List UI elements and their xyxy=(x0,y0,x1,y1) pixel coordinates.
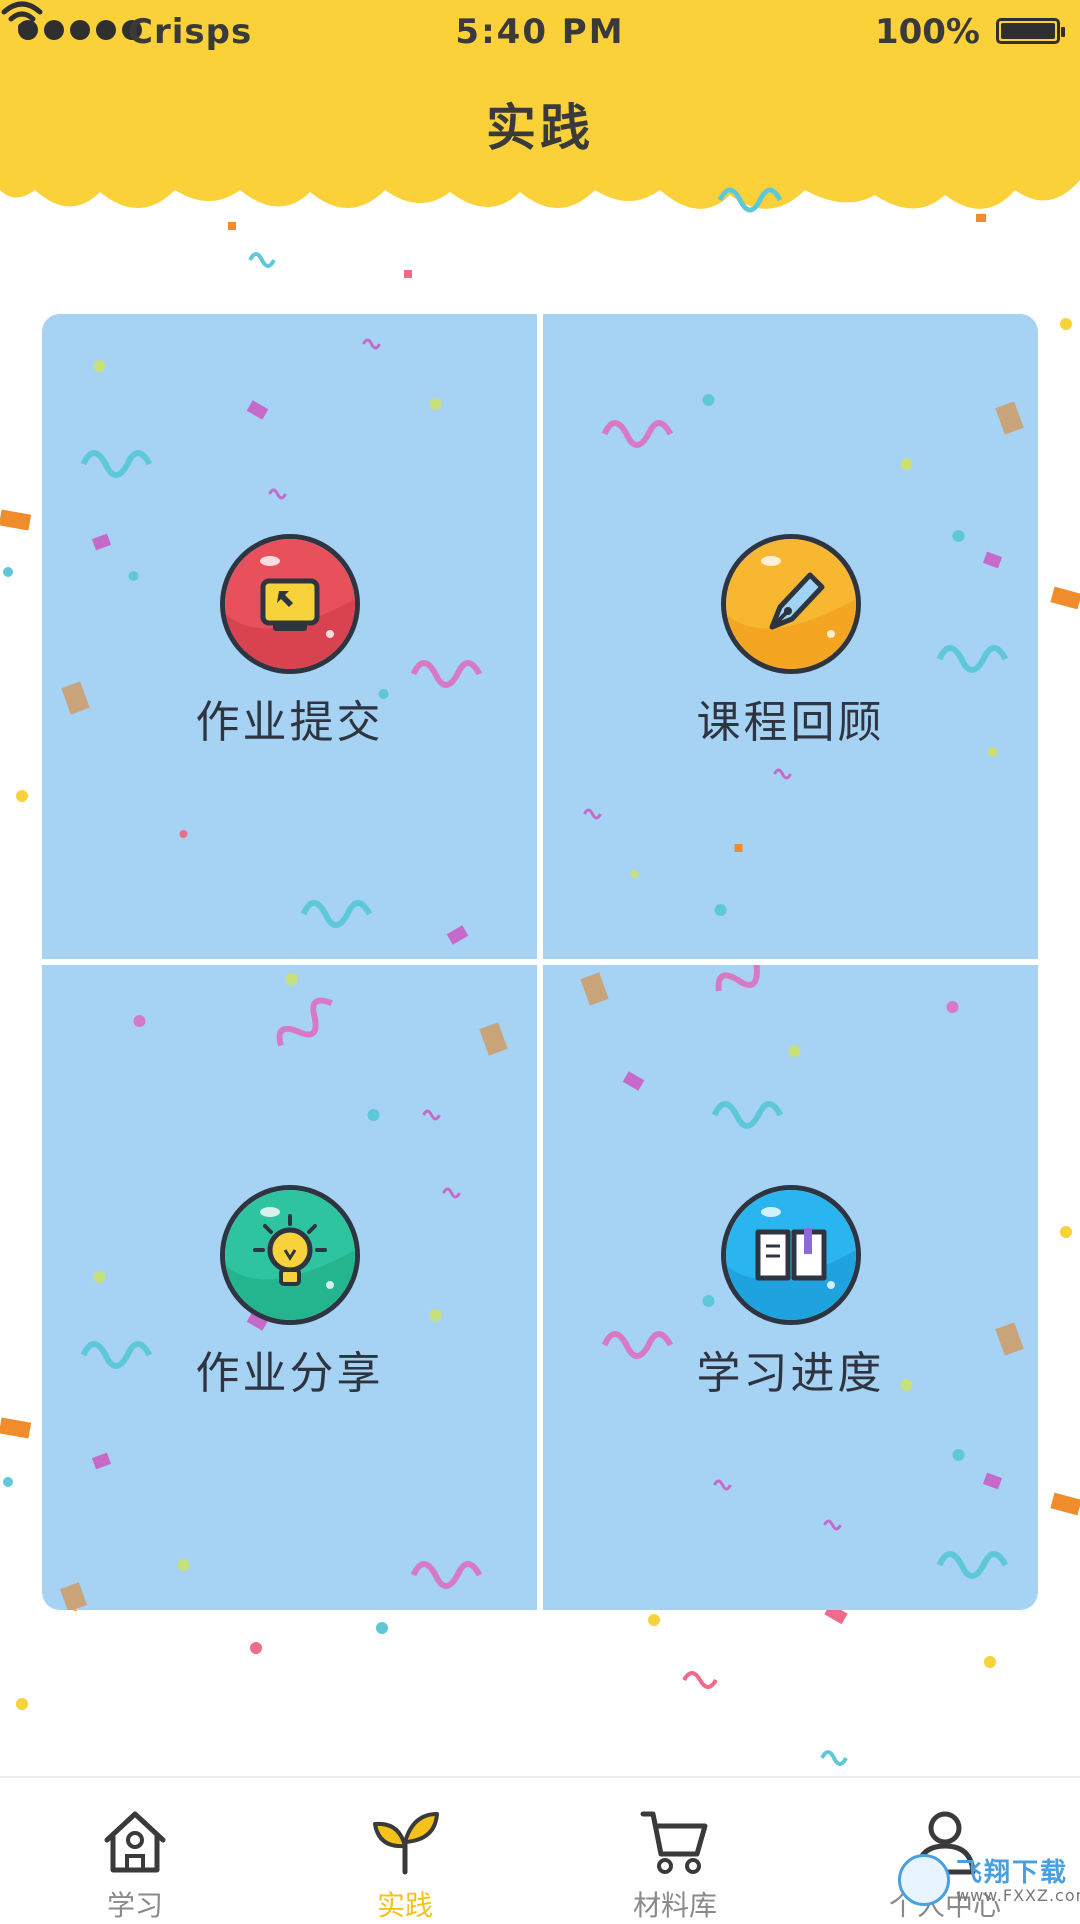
tile-label: 学习进度 xyxy=(696,1348,885,1399)
tab-study[interactable]: 学习 xyxy=(0,1778,270,1922)
tile-learning-progress[interactable]: 学习进度 xyxy=(543,965,1038,1610)
tab-label: 学习 xyxy=(106,1889,163,1922)
tab-materials[interactable]: 材料库 xyxy=(540,1778,810,1922)
tile-label: 作业分享 xyxy=(195,1348,384,1399)
battery-percent: 100% xyxy=(874,12,980,52)
page-title: 实践 xyxy=(486,99,594,157)
header: Crisps 5:40 PM 100% 实践 xyxy=(0,0,1080,230)
sprout-icon xyxy=(373,1812,439,1875)
cart-icon xyxy=(640,1811,708,1874)
watermark-url: www.FXXZ.com xyxy=(956,1886,1080,1905)
monitor-cursor-icon xyxy=(219,534,360,674)
tab-practice[interactable]: 实践 xyxy=(270,1778,540,1922)
watermark-text: 飞翔下载 xyxy=(956,1858,1069,1888)
house-icon xyxy=(104,1811,166,1873)
lightbulb-icon xyxy=(219,1185,360,1325)
tile-homework-share[interactable]: 作业分享 xyxy=(42,965,537,1610)
pen-nib-icon xyxy=(720,534,861,674)
tab-label: 材料库 xyxy=(632,1889,717,1922)
watermark-logo-icon xyxy=(898,1854,950,1906)
practice-grid: 作业提交 课程回顾 作业分享 学习进度 xyxy=(42,314,1038,1610)
tab-label: 实践 xyxy=(376,1889,433,1922)
tile-homework-submit[interactable]: 作业提交 xyxy=(42,314,537,959)
watermark: 飞翔下载 www.FXXZ.com xyxy=(898,1850,1080,1914)
open-book-icon xyxy=(720,1185,861,1325)
tile-label: 课程回顾 xyxy=(696,697,885,748)
status-bar: Crisps 5:40 PM 100% xyxy=(0,0,1080,66)
tile-course-review[interactable]: 课程回顾 xyxy=(543,314,1038,959)
tile-label: 作业提交 xyxy=(195,697,384,748)
battery-icon xyxy=(996,18,1065,44)
